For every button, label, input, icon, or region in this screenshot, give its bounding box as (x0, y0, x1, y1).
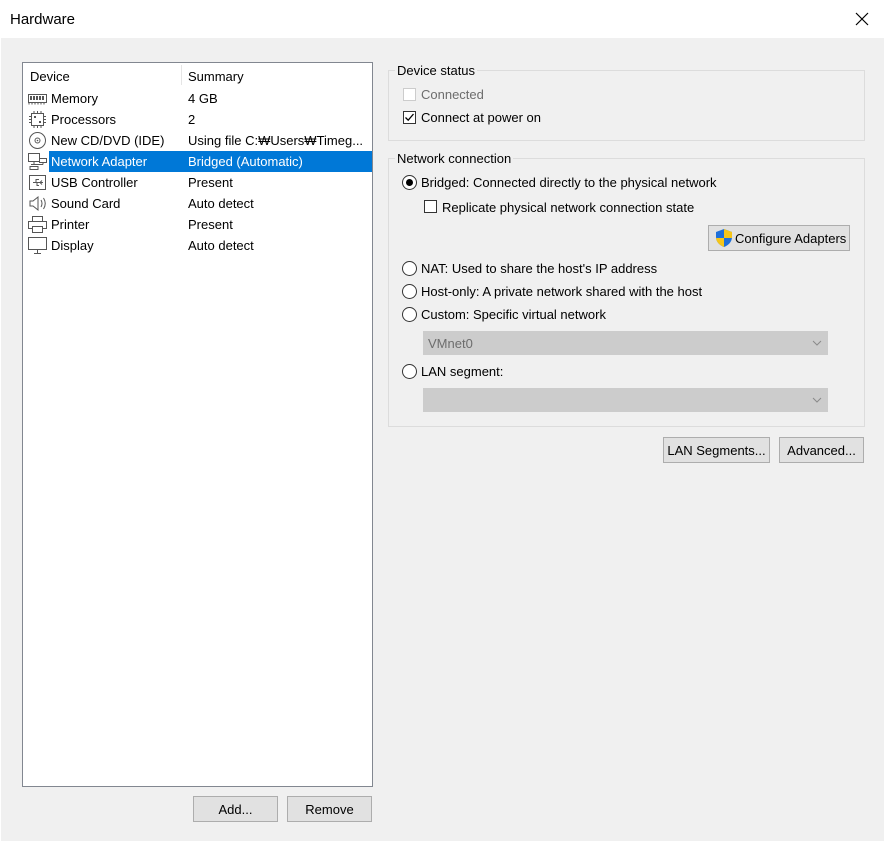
close-icon (855, 12, 869, 26)
bridged-radio[interactable] (402, 175, 417, 190)
device-status-group: Device status (388, 63, 865, 141)
device-row-sound-card[interactable]: Sound Card Auto detect (26, 193, 372, 214)
device-name: Sound Card (51, 196, 121, 211)
add-button[interactable]: Add... (193, 796, 278, 822)
cd-dvd-icon (27, 131, 48, 150)
memory-icon (27, 89, 48, 108)
device-name: Printer (51, 217, 90, 232)
lan-segment-label: LAN segment: (421, 364, 504, 379)
advanced-button[interactable]: Advanced... (779, 437, 864, 463)
device-summary: Present (188, 175, 233, 190)
display-icon (27, 236, 48, 255)
configure-adapters-button[interactable]: Configure Adapters (708, 225, 850, 251)
device-name: Network Adapter (51, 154, 148, 169)
custom-label: Custom: Specific virtual network (421, 307, 606, 322)
device-summary: Auto detect (188, 196, 254, 211)
bridged-label: Bridged: Connected directly to the physi… (421, 175, 717, 190)
remove-button[interactable]: Remove (287, 796, 372, 822)
device-summary: Using file C:₩Users₩Timeg... (188, 133, 364, 148)
title-bar: Hardware (0, 0, 885, 38)
device-row-memory[interactable]: Memory 4 GB (26, 88, 372, 109)
device-name: USB Controller (51, 175, 138, 190)
device-summary: 2 (188, 112, 196, 127)
printer-icon (27, 215, 48, 234)
connect-at-power-on-label: Connect at power on (421, 110, 541, 125)
host-only-label: Host-only: A private network shared with… (421, 284, 703, 299)
device-row-usb-controller[interactable]: USB Controller Present (26, 172, 372, 193)
custom-radio[interactable] (402, 307, 417, 322)
configure-adapters-label: Configure Adapters (735, 230, 847, 246)
list-header: Device Summary (23, 63, 372, 89)
custom-network-select[interactable]: VMnet0 (423, 331, 828, 355)
uac-shield-icon (716, 229, 732, 247)
column-header-device[interactable]: Device (30, 69, 70, 84)
sound-icon (27, 194, 48, 213)
device-row-processors[interactable]: Processors 2 (26, 109, 372, 130)
device-row-display[interactable]: Display Auto detect (26, 235, 372, 256)
host-only-radio[interactable] (402, 284, 417, 299)
device-name: Processors (51, 112, 117, 127)
connected-checkbox[interactable] (403, 88, 416, 101)
device-name: New CD/DVD (IDE) (51, 133, 165, 148)
device-name: Memory (51, 91, 98, 106)
processor-icon (27, 110, 48, 129)
device-row-printer[interactable]: Printer Present (26, 214, 372, 235)
device-summary: Present (188, 217, 233, 232)
column-header-summary[interactable]: Summary (188, 69, 244, 84)
replicate-state-label: Replicate physical network connection st… (442, 200, 695, 215)
column-divider[interactable] (181, 65, 182, 85)
device-name: Display (51, 238, 94, 253)
window-title: Hardware (10, 11, 76, 28)
chevron-down-icon (812, 397, 822, 403)
connected-label: Connected (421, 87, 484, 102)
connect-at-power-on-checkbox[interactable] (403, 111, 416, 124)
checkmark-icon (405, 113, 414, 122)
device-summary: Bridged (Automatic) (188, 154, 303, 169)
replicate-state-checkbox[interactable] (424, 200, 437, 213)
device-summary: Auto detect (188, 238, 254, 253)
device-status-label: Device status (395, 63, 478, 78)
network-adapter-icon (27, 152, 48, 171)
usb-icon (27, 173, 48, 192)
device-row-cd-dvd[interactable]: New CD/DVD (IDE) Using file C:₩Users₩Tim… (26, 130, 372, 151)
chevron-down-icon (812, 340, 822, 346)
lan-segments-button[interactable]: LAN Segments... (663, 437, 770, 463)
nat-radio[interactable] (402, 261, 417, 276)
device-row-network-adapter[interactable]: Network Adapter Bridged (Automatic) (26, 151, 372, 172)
device-summary: 4 GB (188, 91, 218, 106)
network-connection-label: Network connection (395, 151, 514, 166)
nat-label: NAT: Used to share the host's IP address (421, 261, 658, 276)
device-list[interactable]: Device Summary Memory 4 GB Processors 2 … (22, 62, 373, 787)
lan-segment-select[interactable] (423, 388, 828, 412)
lan-segment-radio[interactable] (402, 364, 417, 379)
radio-selected-dot (406, 179, 413, 186)
custom-network-value: VMnet0 (428, 336, 473, 351)
close-button[interactable] (839, 0, 885, 38)
